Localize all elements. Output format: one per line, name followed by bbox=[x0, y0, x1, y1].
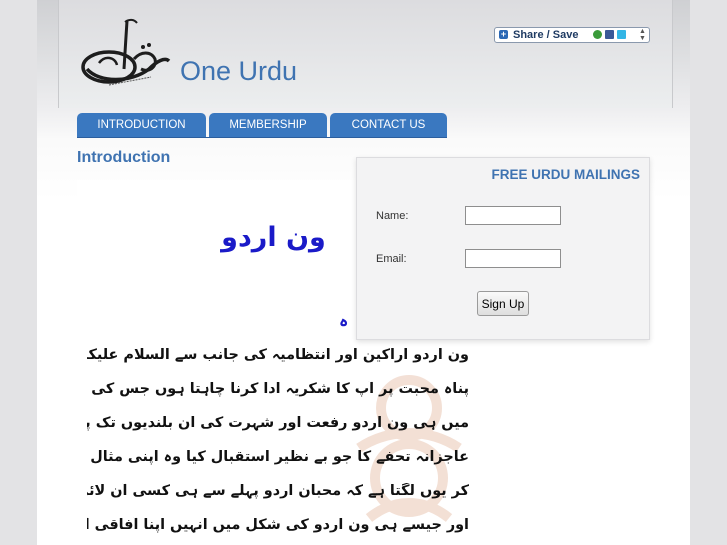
nav-divider bbox=[77, 137, 447, 138]
site-title[interactable]: One Urdu bbox=[180, 56, 297, 87]
tab-membership[interactable]: MEMBERSHIP bbox=[209, 113, 327, 137]
email-field[interactable] bbox=[465, 249, 561, 268]
urdu-paragraph-line: پناہ محبت پر آپ کا شکریہ ادا کرنا چاہتا … bbox=[87, 381, 469, 397]
twitter-icon[interactable] bbox=[617, 30, 626, 39]
share-dropdown-arrows-icon[interactable]: ▲ ▼ bbox=[639, 28, 646, 42]
urdu-paragraph-line: عاجزانہ تحفے کا جو بے نظیر استقبال کیا و… bbox=[87, 449, 469, 465]
urdu-paragraph-line: اور جیسے ہی ون اردو کی شکل میں انہیں اپن… bbox=[87, 517, 469, 533]
sign-up-button[interactable]: Sign Up bbox=[477, 291, 529, 316]
urdu-paragraph-line: کر یوں لگتا ہے کہ محبان اردو پہلے سے ہی … bbox=[87, 483, 469, 499]
email-label: Email: bbox=[376, 253, 407, 265]
share-save-label: Share / Save bbox=[513, 29, 579, 41]
facebook-icon[interactable] bbox=[605, 30, 614, 39]
tab-contact-us[interactable]: CONTACT US bbox=[330, 113, 447, 137]
mailing-signup-box: FREE URDU MAILINGS Name: Email: Sign Up bbox=[356, 157, 650, 340]
mailing-title: FREE URDU MAILINGS bbox=[491, 167, 641, 182]
urdu-paragraph-line: ون اردو اراکین اور انتظامیہ کی جانب سے ا… bbox=[87, 347, 469, 363]
page-heading: Introduction bbox=[77, 149, 171, 166]
name-label: Name: bbox=[376, 210, 409, 222]
tab-introduction[interactable]: INTRODUCTION bbox=[77, 113, 206, 137]
decorative-flower-watermark-icon bbox=[356, 375, 462, 523]
name-field[interactable] bbox=[465, 206, 561, 225]
email-icon[interactable] bbox=[593, 30, 602, 39]
urdu-calligraphy-logo-icon[interactable] bbox=[79, 17, 171, 91]
share-save-button[interactable]: + Share / Save ▲ ▼ bbox=[494, 27, 650, 43]
urdu-title-fragment: ہ bbox=[339, 311, 349, 330]
urdu-paragraph-line: میں ہی ون اردو رفعت اور شہرت کی ان بلندی… bbox=[87, 415, 469, 431]
share-plus-icon: + bbox=[499, 29, 508, 39]
